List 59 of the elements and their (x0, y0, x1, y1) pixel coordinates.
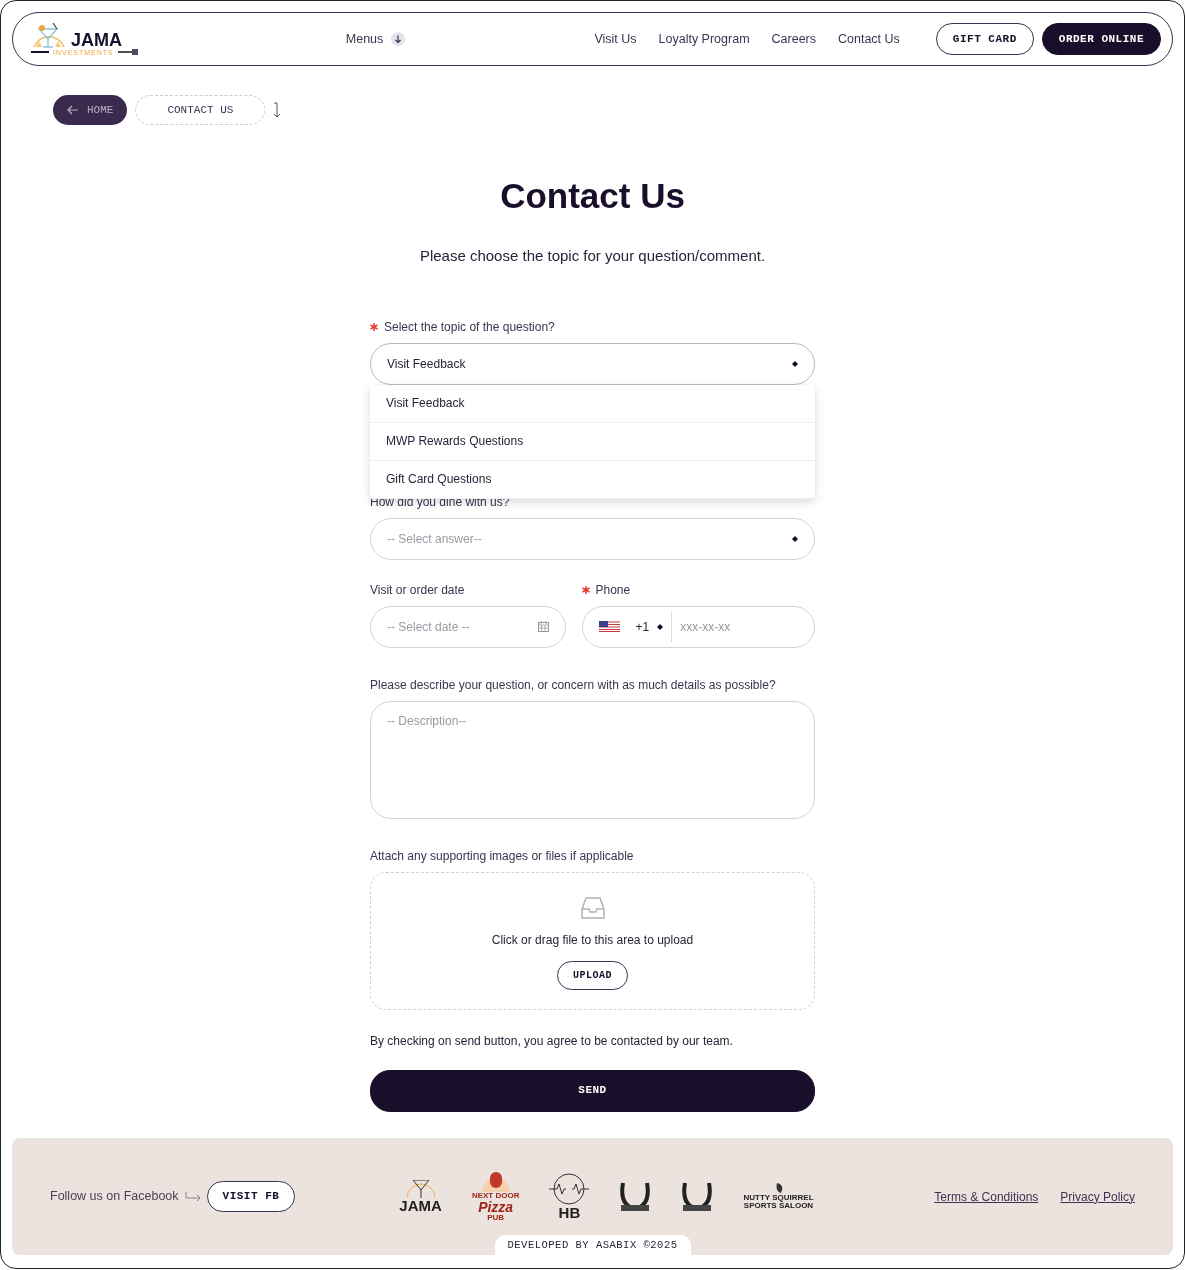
follow-text: Follow us on Facebook (50, 1188, 179, 1206)
knife-icon (31, 50, 49, 54)
caret-icon (657, 623, 664, 630)
field-label: Phone (595, 581, 631, 599)
dropdown-option[interactable]: Visit Feedback (370, 384, 815, 423)
field-label: Select the topic of the question? (384, 318, 555, 336)
nav-link[interactable]: Loyalty Program (658, 29, 750, 49)
required-icon (581, 585, 590, 594)
brand-logo-text: JAMA (399, 1198, 442, 1213)
heartbeat-logo-icon (549, 1173, 590, 1205)
order-online-button[interactable]: ORDER ONLINE (1041, 22, 1161, 56)
brand-logo-text: Pizza (478, 1199, 514, 1214)
brand-logo-text: SPORTS SALOON (743, 1202, 814, 1210)
brand-logo-text: HB (558, 1205, 581, 1220)
consent-text: By checking on send button, you agree to be contacted by our team. (370, 1032, 734, 1050)
gift-card-button[interactable]: GIFT CARD (935, 22, 1034, 56)
arrow-down-icon (273, 102, 282, 118)
cocktail-logo-icon (31, 22, 67, 49)
upload-hint: Click or drag file to this area to upload (491, 931, 694, 949)
footer-link[interactable]: Privacy Policy (1060, 1187, 1135, 1206)
footer-link[interactable]: Terms & Conditions (934, 1187, 1039, 1206)
horseshoe-logo-icon (619, 1180, 652, 1213)
caret-icon (792, 535, 798, 542)
calendar-icon (537, 621, 549, 632)
nav-link[interactable]: Contact Us (838, 29, 900, 49)
home-button[interactable]: HOME (53, 95, 128, 125)
country-code[interactable]: +1 (635, 617, 650, 636)
brand-logo-icon (481, 1171, 510, 1192)
required-icon (370, 322, 378, 331)
page-subtitle: Please choose the topic for your question/comment. (418, 246, 767, 266)
arrow-right-icon (184, 1191, 201, 1202)
arrow-down-icon (391, 32, 406, 46)
brand-logo-text: NEXT DOOR (471, 1191, 520, 1200)
page-title: Contact Us (499, 175, 686, 217)
arrow-left-icon (67, 105, 79, 115)
horseshoe-logo-icon (681, 1180, 714, 1213)
upload-button[interactable]: UPLOAD (557, 960, 628, 990)
nav-link[interactable]: Visit Us (594, 29, 637, 49)
phone-field[interactable]: +1 xxx-xx-xx (581, 605, 815, 648)
caret-icon (792, 360, 798, 367)
visit-fb-button[interactable]: VISIT FB (206, 1181, 296, 1212)
send-button[interactable]: SEND (370, 1069, 815, 1112)
dropdown-option[interactable]: Gift Card Questions (370, 460, 815, 499)
inbox-icon (579, 894, 606, 921)
field-label: Visit or order date (370, 581, 465, 599)
credit-text: DEVELOPED BY ASABIX ©2025 (494, 1235, 691, 1255)
nav-link[interactable]: Careers (771, 29, 816, 49)
logo-text: JAMA (71, 30, 122, 49)
topic-select[interactable]: Visit Feedback (370, 342, 815, 385)
us-flag-icon (598, 621, 620, 632)
dropdown-option[interactable]: MWP Rewards Questions (370, 422, 815, 461)
brand-logo-text: PUB (487, 1213, 505, 1222)
upload-dropzone[interactable]: Click or drag file to this area to upload UPLOAD (370, 871, 815, 1010)
brand-logo-text: NUTTY SQUIRREL (743, 1194, 814, 1202)
field-label: Please describe your question, or concern with as much details as possible? (370, 676, 776, 694)
fork-icon (117, 49, 138, 55)
menus-dropdown[interactable]: Menus (345, 29, 406, 49)
field-label: Attach any supporting images or files if applicable (370, 847, 634, 865)
brand-logo-icon (406, 1180, 435, 1198)
